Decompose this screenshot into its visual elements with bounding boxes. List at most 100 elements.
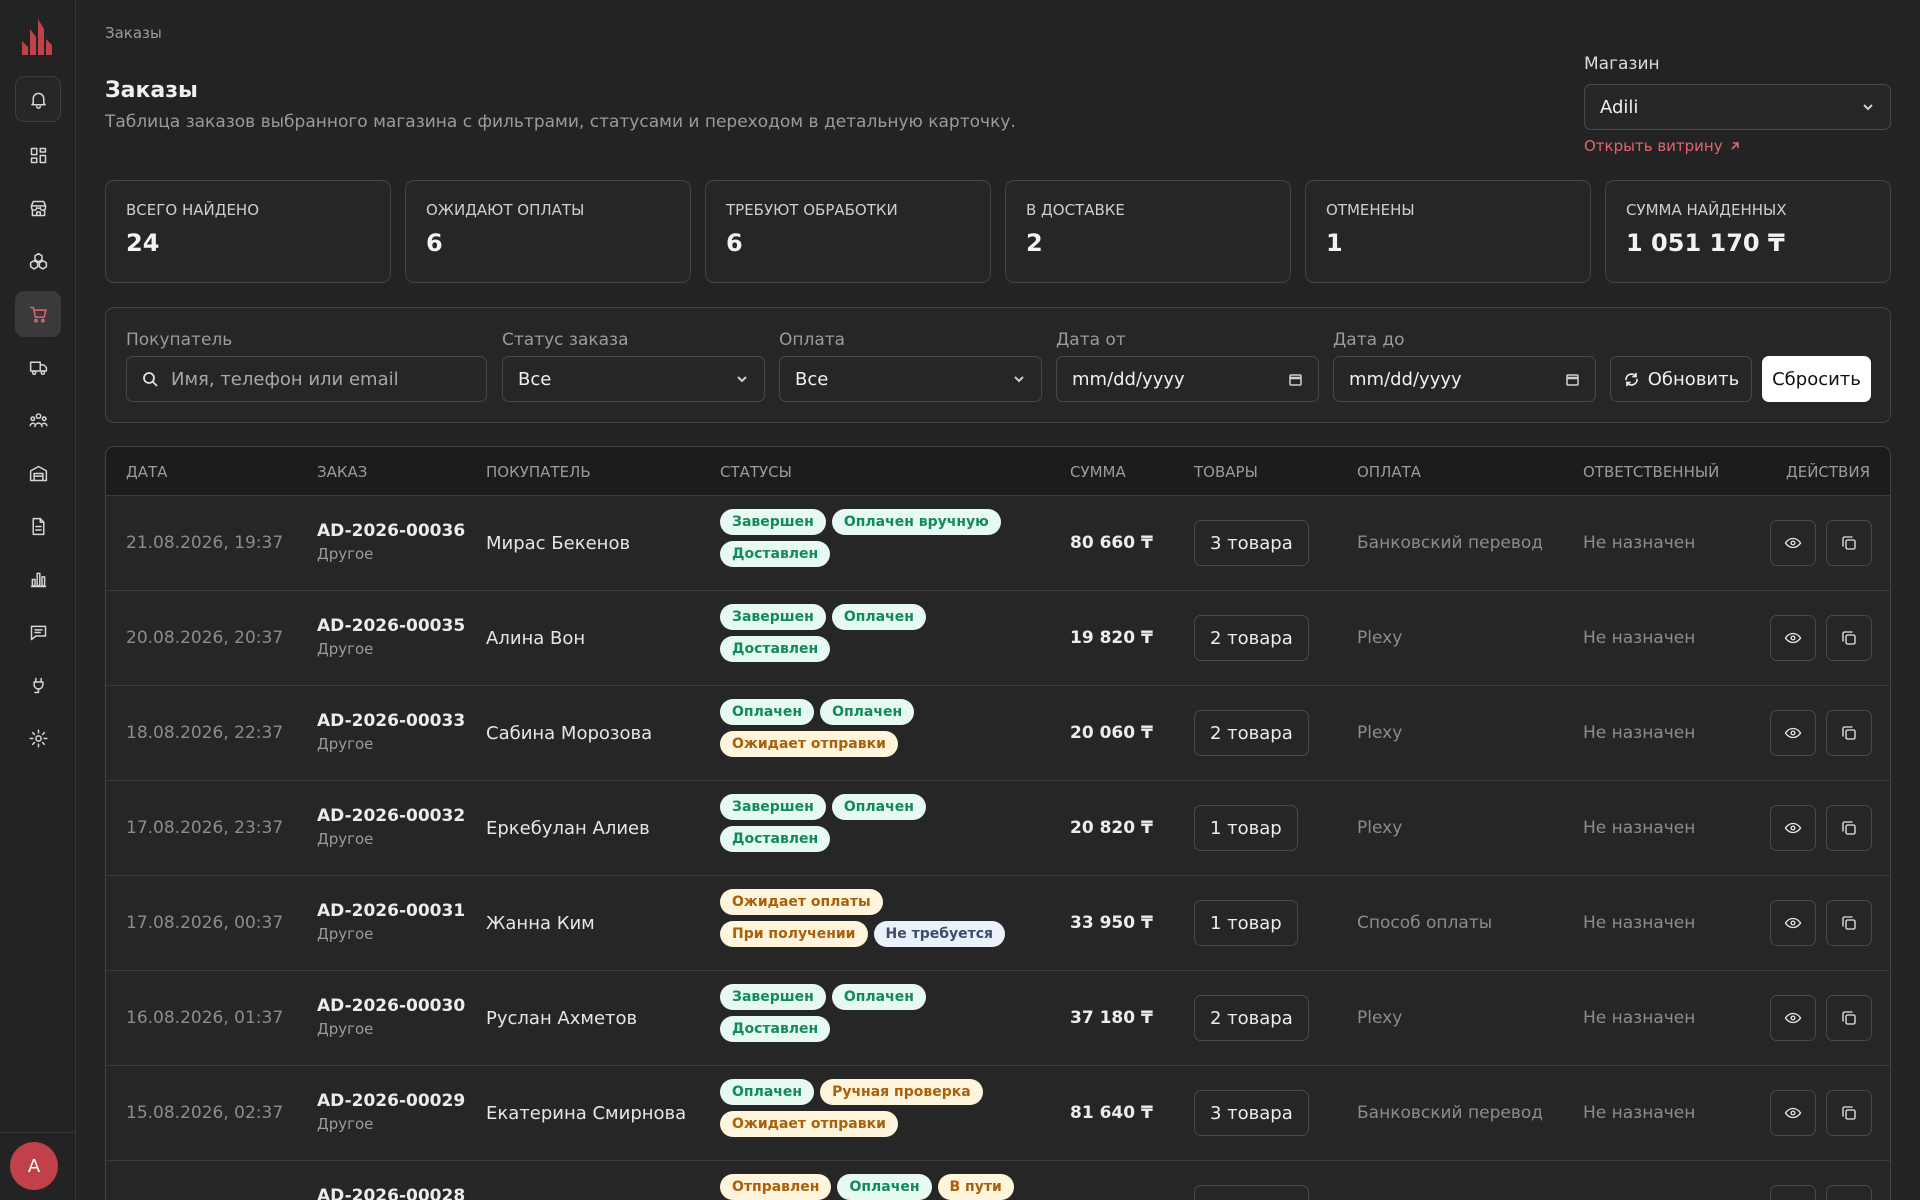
copy-order-button[interactable] — [1826, 1185, 1872, 1200]
order-number[interactable]: AD-2026-00035 — [317, 616, 465, 636]
order-cell[interactable]: AD-2026-00028Другое — [317, 1186, 465, 1200]
items-button[interactable]: 2 товара — [1194, 710, 1309, 756]
table-row[interactable]: 21.08.2026, 19:37 AD-2026-00036 Другое Мира… — [106, 496, 1890, 591]
items-button[interactable]: 2 товара — [1194, 1185, 1309, 1200]
chevron-down-icon — [1863, 104, 1873, 111]
items-button[interactable]: 1 товар — [1194, 805, 1298, 851]
breadcrumb[interactable]: Заказы — [105, 24, 162, 42]
sidebar-item-customers[interactable] — [15, 397, 61, 443]
sidebar-item-messages[interactable] — [15, 609, 61, 655]
column-header-sum[interactable]: СУММА — [1070, 463, 1126, 481]
order-cell[interactable]: AD-2026-00031 Другое — [317, 901, 465, 943]
order-number[interactable]: AD-2026-00031 — [317, 901, 465, 921]
column-header-items[interactable]: ТОВАРЫ — [1194, 463, 1258, 481]
stat-label: ОТМЕНЕНЫ — [1326, 201, 1415, 219]
view-order-button[interactable] — [1770, 900, 1816, 946]
order-date: 15.08.2026, 02:37 — [126, 1103, 284, 1123]
buyer-search-input[interactable]: Имя, телефон или email — [126, 356, 487, 402]
app-logo[interactable] — [20, 17, 54, 57]
table-row[interactable]: 17.08.2026, 00:37 AD-2026-00031 Другое Жанн… — [106, 876, 1890, 971]
items-button[interactable]: 2 товара — [1194, 995, 1309, 1041]
view-order-button[interactable] — [1770, 710, 1816, 756]
order-number[interactable]: AD-2026-00030 — [317, 996, 465, 1016]
copy-order-button[interactable] — [1826, 1090, 1872, 1136]
reset-button[interactable]: Сбросить — [1762, 356, 1871, 402]
user-avatar[interactable]: А — [10, 1142, 58, 1190]
sidebar-item-products[interactable] — [15, 238, 61, 284]
stat-value: 1 — [1326, 229, 1343, 257]
status-badge: Не требуется — [873, 921, 1006, 947]
view-order-button[interactable] — [1770, 1090, 1816, 1136]
column-header-responsible[interactable]: ОТВЕТСТВЕННЫЙ — [1583, 463, 1719, 481]
sidebar-item-warehouse[interactable] — [15, 450, 61, 496]
column-header-date[interactable]: ДАТА — [126, 463, 167, 481]
eye-icon — [1784, 917, 1802, 929]
sidebar-item-dashboard[interactable] — [15, 132, 61, 178]
table-row[interactable]: 16.08.2026, 01:37 AD-2026-00030 Другое Русл… — [106, 971, 1890, 1066]
status-badges: Завершен Оплачен вручную Доставлен — [720, 509, 1020, 567]
order-cell[interactable]: AD-2026-00030 Другое — [317, 996, 465, 1038]
sidebar-item-integrations[interactable] — [15, 662, 61, 708]
view-order-button[interactable] — [1770, 615, 1816, 661]
items-button[interactable]: 3 товара — [1194, 1090, 1309, 1136]
order-cell[interactable]: AD-2026-00033 Другое — [317, 711, 465, 753]
status-badges: Отправлен Оплачен В пути — [720, 1174, 1020, 1200]
order-number[interactable]: AD-2026-00029 — [317, 1091, 465, 1111]
column-header-buyer[interactable]: ПОКУПАТЕЛЬ — [486, 463, 591, 481]
copy-order-button[interactable] — [1826, 805, 1872, 851]
status-select[interactable]: Все — [502, 356, 765, 402]
column-header-actions: ДЕЙСТВИЯ — [1786, 463, 1870, 481]
view-order-button[interactable] — [1770, 520, 1816, 566]
items-button[interactable]: 3 товара — [1194, 520, 1309, 566]
sidebar-item-documents[interactable] — [15, 503, 61, 549]
copy-order-button[interactable] — [1826, 615, 1872, 661]
column-header-statuses[interactable]: СТАТУСЫ — [720, 463, 792, 481]
column-header-payment[interactable]: ОПЛАТА — [1357, 463, 1421, 481]
table-row[interactable]: 15.08.2026, 02:37 AD-2026-00029 Другое Екат… — [106, 1066, 1890, 1161]
sidebar-item-store[interactable] — [15, 185, 61, 231]
table-row[interactable]: 20.08.2026, 20:37 AD-2026-00035 Другое Алин… — [106, 591, 1890, 686]
order-number[interactable]: AD-2026-00033 — [317, 711, 465, 731]
sidebar-item-settings[interactable] — [15, 715, 61, 761]
items-button[interactable]: 1 товар — [1194, 900, 1298, 946]
date-from-input[interactable]: mm/dd/yyyy — [1056, 356, 1319, 402]
order-cell[interactable]: AD-2026-00029 Другое — [317, 1091, 465, 1133]
status-badge: Оплачен — [831, 984, 926, 1010]
status-badge: Ожидает отправки — [720, 1111, 898, 1137]
view-order-button[interactable] — [1770, 1185, 1816, 1200]
order-number[interactable]: AD-2026-00036 — [317, 521, 465, 541]
copy-icon — [1842, 1106, 1856, 1120]
open-storefront-link[interactable]: Открыть витрину — [1584, 137, 1741, 155]
notifications-button[interactable] — [15, 76, 61, 122]
table-row[interactable]: 17.08.2026, 23:37 AD-2026-00032 Другое Ерке… — [106, 781, 1890, 876]
table-row[interactable]: 14.08.2026, 03:37AD-2026-00028ДругоеАрма… — [106, 1161, 1890, 1200]
order-cell[interactable]: AD-2026-00036 Другое — [317, 521, 465, 563]
bell-icon — [30, 92, 46, 109]
copy-order-button[interactable] — [1826, 710, 1872, 756]
sidebar-item-delivery[interactable] — [15, 344, 61, 390]
copy-order-button[interactable] — [1826, 520, 1872, 566]
copy-order-button[interactable] — [1826, 900, 1872, 946]
eye-icon — [1784, 822, 1802, 834]
column-header-order[interactable]: ЗАКАЗ — [317, 463, 367, 481]
table-row[interactable]: 18.08.2026, 22:37 AD-2026-00033 Другое Саби… — [106, 686, 1890, 781]
store-select[interactable]: Adili — [1584, 84, 1891, 130]
items-button[interactable]: 2 товара — [1194, 615, 1309, 661]
order-number[interactable]: AD-2026-00032 — [317, 806, 465, 826]
order-cell[interactable]: AD-2026-00032 Другое — [317, 806, 465, 848]
date-to-input[interactable]: mm/dd/yyyy — [1333, 356, 1596, 402]
payment-select[interactable]: Все — [779, 356, 1042, 402]
view-order-button[interactable] — [1770, 995, 1816, 1041]
copy-order-button[interactable] — [1826, 995, 1872, 1041]
sidebar-item-analytics[interactable] — [15, 556, 61, 602]
view-order-button[interactable] — [1770, 805, 1816, 851]
order-number[interactable]: AD-2026-00028 — [317, 1186, 465, 1200]
status-badge: В пути — [937, 1174, 1014, 1200]
calendar-icon[interactable] — [1565, 372, 1580, 387]
refresh-button[interactable]: Обновить — [1610, 356, 1752, 402]
order-cell[interactable]: AD-2026-00035 Другое — [317, 616, 465, 658]
chevron-down-icon — [1014, 376, 1024, 383]
dashboard-icon — [30, 147, 46, 163]
calendar-icon[interactable] — [1288, 372, 1303, 387]
sidebar-item-orders[interactable] — [15, 291, 61, 337]
